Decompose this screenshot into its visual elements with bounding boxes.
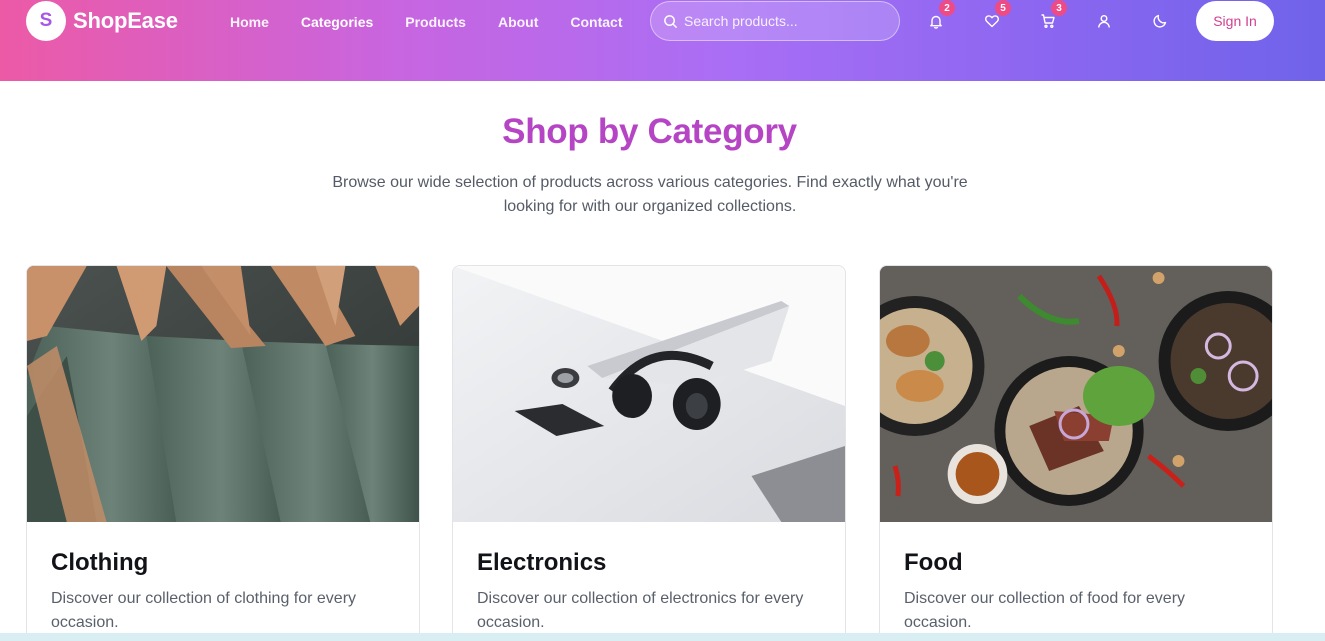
notifications-badge: 2: [939, 0, 955, 16]
nav-categories[interactable]: Categories: [301, 12, 373, 32]
theme-toggle[interactable]: [1150, 11, 1170, 31]
user-icon: [1098, 15, 1110, 28]
nav-products[interactable]: Products: [405, 12, 466, 32]
category-title: Electronics: [477, 549, 607, 576]
category-description: Discover our collection of clothing for …: [51, 590, 357, 631]
heart-icon: [985, 15, 999, 28]
wishlist-button[interactable]: 5: [982, 0, 1011, 31]
logo-mark: S: [26, 1, 66, 41]
search-box[interactable]: [650, 1, 900, 41]
brand-logo[interactable]: S ShopEase: [26, 1, 178, 41]
cart-button[interactable]: 3: [1038, 0, 1067, 31]
account-button[interactable]: [1094, 11, 1114, 31]
search-input[interactable]: [684, 13, 884, 29]
category-description: Discover our collection of electronics f…: [477, 590, 804, 631]
clothing-image: [27, 266, 419, 522]
main-nav: Home Categories Products About Contact: [230, 12, 623, 32]
category-card-clothing[interactable]: Clothing Discover our collection of clot…: [26, 265, 420, 641]
category-card-food[interactable]: Food Discover our collection of food for…: [879, 265, 1273, 641]
page-title: Shop by Category: [502, 112, 797, 151]
page-bottom-strip: [0, 633, 1325, 641]
category-card-electronics[interactable]: Electronics Discover our collection of e…: [452, 265, 846, 641]
nav-about[interactable]: About: [498, 12, 538, 32]
wishlist-badge: 5: [995, 0, 1011, 16]
site-header: S ShopEase Home Categories Products Abou…: [0, 0, 1325, 81]
notifications-button[interactable]: 2: [926, 0, 955, 31]
food-image: [880, 266, 1272, 522]
cart-badge: 3: [1051, 0, 1067, 16]
sign-in-button[interactable]: Sign In: [1196, 1, 1274, 41]
cart-icon: [1041, 14, 1055, 29]
nav-home[interactable]: Home: [230, 12, 269, 32]
bell-icon: [930, 15, 942, 29]
page-subtitle: Browse our wide selection of products ac…: [332, 174, 968, 215]
moon-icon: [1153, 14, 1167, 28]
search-icon: [664, 14, 678, 28]
electronics-image: [453, 266, 845, 522]
category-description: Discover our collection of food for ever…: [904, 590, 1186, 631]
category-title: Food: [904, 549, 963, 576]
category-title: Clothing: [51, 549, 149, 576]
brand-name: ShopEase: [73, 8, 178, 33]
nav-contact[interactable]: Contact: [570, 12, 622, 32]
